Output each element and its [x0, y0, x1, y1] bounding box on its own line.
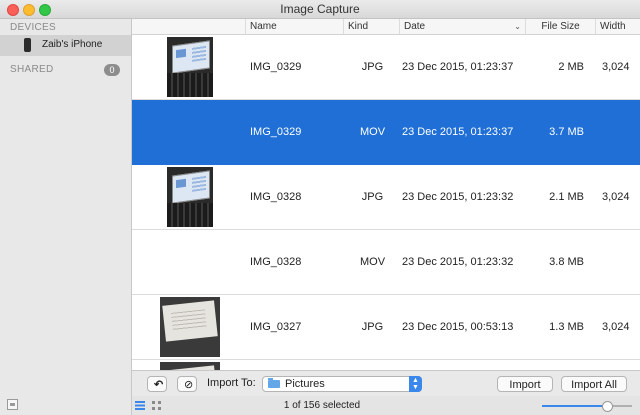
row-date: 23 Dec 2015, 01:23:32 [402, 191, 514, 203]
shared-count-badge: 0 [104, 64, 120, 76]
column-date[interactable]: Date ⌄ [400, 19, 526, 34]
import-button[interactable]: Import [497, 376, 553, 392]
row-kind: JPG [361, 191, 384, 203]
column-date-label: Date [404, 21, 426, 32]
photo-thumbnail [160, 297, 220, 357]
column-thumbnail[interactable] [132, 19, 246, 34]
photo-thumbnail [160, 362, 220, 370]
sidebar: DEVICES Zaib's iPhone SHARED 0 [0, 19, 132, 415]
row-name: IMG_0328 [250, 256, 302, 268]
column-width[interactable]: Width [596, 19, 640, 34]
image-list[interactable]: IMG_0329 JPG 23 Dec 2015, 01:23:37 2 MB … [132, 35, 640, 370]
thumbnail-size-slider-rest[interactable] [612, 405, 632, 407]
row-kind: MOV [359, 126, 386, 138]
row-size: 3.8 MB [549, 256, 584, 268]
row-width: 3,024 [602, 191, 630, 203]
rotate-button[interactable]: ↶ [147, 376, 167, 392]
device-name: Zaib's iPhone [42, 39, 103, 50]
row-name: IMG_0328 [250, 191, 302, 203]
delete-button[interactable]: ⊘ [177, 376, 197, 392]
row-kind: JPG [361, 321, 384, 333]
column-name[interactable]: Name [246, 19, 344, 34]
row-size: 3.7 MB [549, 126, 584, 138]
row-size: 1.3 MB [549, 321, 584, 333]
table-row[interactable]: IMG_0329 JPG 23 Dec 2015, 01:23:37 2 MB … [132, 35, 640, 100]
status-bar: 1 of 156 selected [132, 396, 640, 415]
table-row-partial[interactable] [132, 360, 640, 370]
row-date: 23 Dec 2015, 01:23:32 [402, 256, 514, 268]
row-name: IMG_0329 [250, 126, 302, 138]
photo-thumbnail [167, 167, 213, 227]
table-row[interactable]: IMG_0328 JPG 23 Dec 2015, 01:23:32 2.1 M… [132, 165, 640, 230]
folder-icon [268, 378, 280, 388]
photo-thumbnail [167, 37, 213, 97]
sidebar-settings-icon[interactable] [7, 399, 18, 410]
row-size: 2 MB [558, 61, 584, 73]
thumbnail-size-slider-knob[interactable] [602, 401, 613, 412]
row-kind: JPG [361, 61, 384, 73]
table-row[interactable]: IMG_0328 MOV 23 Dec 2015, 01:23:32 3.8 M… [132, 230, 640, 295]
selection-status: 1 of 156 selected [283, 400, 361, 411]
row-date: 23 Dec 2015, 01:23:37 [402, 126, 514, 138]
sort-descending-icon: ⌄ [514, 22, 521, 31]
shared-header: SHARED [10, 64, 54, 75]
devices-header: DEVICES [10, 22, 57, 33]
row-size: 2.1 MB [549, 191, 584, 203]
prohibited-icon: ⊘ [184, 379, 194, 391]
sidebar-item-device[interactable]: Zaib's iPhone [0, 35, 131, 56]
table-row[interactable]: IMG_0327 JPG 23 Dec 2015, 00:53:13 1.3 M… [132, 295, 640, 360]
select-arrows-icon: ▲ ▼ [409, 376, 422, 392]
table-row-selected[interactable]: IMG_0329 MOV 23 Dec 2015, 01:23:37 3.7 M… [132, 100, 640, 165]
row-kind: MOV [359, 256, 386, 268]
row-name: IMG_0329 [250, 61, 302, 73]
rotate-left-icon: ↶ [154, 379, 164, 391]
import-to-label: Import To: [207, 377, 256, 389]
row-date: 23 Dec 2015, 00:53:13 [402, 321, 514, 333]
row-width: 3,024 [602, 321, 630, 333]
import-all-button[interactable]: Import All [561, 376, 627, 392]
iphone-icon [24, 38, 31, 52]
title-bar: Image Capture [0, 0, 640, 19]
window-title: Image Capture [280, 2, 360, 16]
column-kind[interactable]: Kind [344, 19, 400, 34]
row-width: 3,024 [602, 61, 630, 73]
column-header: Name Kind Date ⌄ File Size Width [132, 19, 640, 35]
import-destination-select[interactable]: Pictures ▲ ▼ [262, 376, 422, 392]
import-destination-value: Pictures [285, 378, 325, 390]
row-date: 23 Dec 2015, 01:23:37 [402, 61, 514, 73]
bottom-toolbar: ↶ ⊘ Import To: Pictures ▲ ▼ Import Import… [132, 370, 640, 397]
column-file-size[interactable]: File Size [526, 19, 596, 34]
image-capture-window: Image Capture DEVICES Zaib's iPhone SHAR… [0, 0, 640, 415]
row-name: IMG_0327 [250, 321, 302, 333]
